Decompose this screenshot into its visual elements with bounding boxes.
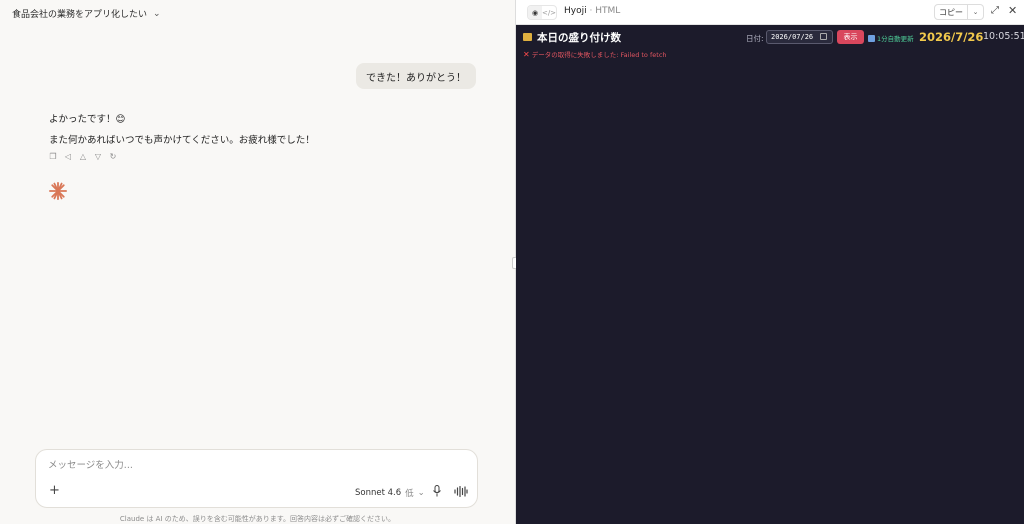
effort-level: 低 <box>405 489 414 499</box>
chevron-down-icon: ⌄ <box>153 8 161 19</box>
add-attachment-button[interactable]: + <box>49 483 60 498</box>
user-message: できた！ありがとう！ <box>356 63 476 89</box>
error-message: ✕ データの取得に失敗しました: Failed to fetch <box>523 49 667 60</box>
app-header: 本日の盛り付け数 日付: 2026/07/26 表示 1分自動更新 2026/7… <box>516 25 1024 49</box>
speaker-icon[interactable]: ◁ <box>64 152 72 161</box>
show-button[interactable]: 表示 <box>837 30 864 44</box>
disclaimer-text: Claude は AI のため、誤りを含む可能性があります。回答内容は必ずご確認… <box>119 515 396 523</box>
microphone-icon[interactable] <box>432 485 442 497</box>
model-selector[interactable]: Sonnet 4.6 低 ⌄ <box>355 487 425 499</box>
assistant-reply-line: よかったです！😊 <box>49 114 126 125</box>
message-actions: ❐ ◁ △ ▽ ↻ <box>49 152 117 161</box>
message-input[interactable] <box>48 460 448 471</box>
refresh-icon <box>868 34 875 42</box>
auto-refresh-badge: 1分自動更新 <box>868 33 914 43</box>
calendar-icon <box>523 33 532 41</box>
artifact-toolbar: ◉ </> Hyoji · HTML コピー ⌄ ⤢ ✕ <box>516 0 1024 25</box>
artifact-separator: · <box>589 6 593 16</box>
chevron-down-icon: ⌄ <box>417 488 425 498</box>
close-icon[interactable]: ✕ <box>1008 4 1017 17</box>
clock: 10:05:51 <box>983 31 1024 42</box>
view-toggle: ◉ </> <box>527 5 557 20</box>
conversation-title[interactable]: 食品会社の業務をアプリ化したい ⌄ <box>12 7 161 21</box>
retry-icon[interactable]: ↻ <box>109 152 117 161</box>
claude-spark-icon <box>49 182 67 200</box>
message-composer: + Sonnet 4.6 低 ⌄ <box>35 449 478 508</box>
artifact-type: HTML <box>595 6 621 16</box>
model-name: Sonnet 4.6 <box>355 488 402 498</box>
code-icon[interactable]: </> <box>542 6 556 19</box>
copy-button[interactable]: コピー <box>934 4 968 20</box>
thumbs-up-icon[interactable]: △ <box>79 152 87 161</box>
app-title: 本日の盛り付け数 <box>537 32 621 44</box>
assistant-reply-line: また何かあればいつでも声かけてください。お疲れ様でした！ <box>49 135 315 146</box>
preview-eye-icon[interactable]: ◉ <box>528 6 542 19</box>
artifact-title: Hyoji · HTML <box>564 6 620 16</box>
refresh-label: 1分自動更新 <box>877 35 914 43</box>
artifact-name: Hyoji <box>564 6 587 16</box>
error-text: データの取得に失敗しました: Failed to fetch <box>531 51 667 59</box>
copy-icon[interactable]: ❐ <box>49 152 57 161</box>
chevron-down-icon[interactable]: ⌄ <box>968 4 984 20</box>
thumbs-down-icon[interactable]: ▽ <box>94 152 102 161</box>
expand-icon[interactable]: ⤢ <box>991 5 999 16</box>
conversation-title-text: 食品会社の業務をアプリ化したい <box>12 10 148 20</box>
date-label: 日付: <box>746 34 764 43</box>
calendar-picker-icon[interactable] <box>820 33 827 40</box>
artifact-pane: ◉ </> Hyoji · HTML コピー ⌄ ⤢ ✕ 本日の盛り付け数 日付… <box>516 0 1024 524</box>
chat-pane: 食品会社の業務をアプリ化したい ⌄ できた！ありがとう！ よかったです！😊 また… <box>0 0 515 524</box>
current-date: 2026/7/26 <box>919 30 984 44</box>
error-x-icon: ✕ <box>523 49 530 59</box>
voice-mode-icon[interactable] <box>454 486 468 497</box>
